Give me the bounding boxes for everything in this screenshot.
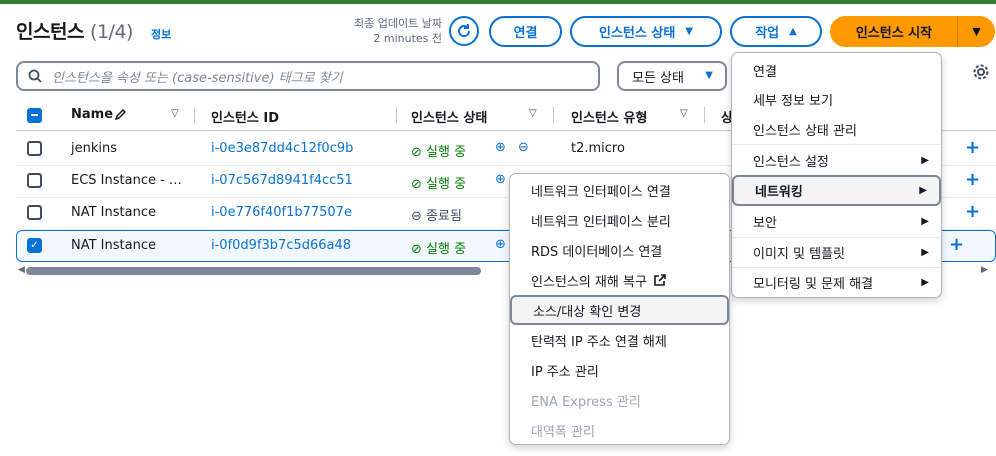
instance-name: ECS Instance - … [71, 173, 182, 188]
caret-right-icon: ▶ [921, 215, 929, 227]
instance-id-link[interactable]: i-07c567d8941f4cc51 [211, 173, 353, 188]
zoom-in-icon[interactable]: ⊕ [495, 172, 506, 187]
menu-item-connect[interactable]: 연결 [732, 55, 941, 85]
zoom-in-icon[interactable]: ⊕ [495, 237, 506, 252]
add-icon[interactable]: + [949, 234, 964, 255]
stopped-icon: ⊖ [411, 209, 422, 224]
menu-item-change-source-dest-check[interactable]: 소스/대상 확인 변경 [510, 295, 729, 325]
caret-right-icon: ▶ [921, 246, 929, 258]
menu-item-disassociate-elastic-ip[interactable]: 탄력적 IP 주소 연결 해제 [510, 325, 729, 355]
instance-id-link[interactable]: i-0e776f40f1b77507e [211, 205, 352, 220]
instance-type: t2.micro [571, 141, 625, 156]
caret-up-icon: ▲ [789, 26, 797, 37]
external-link-icon [654, 273, 666, 286]
caret-right-icon: ▶ [921, 276, 929, 288]
instance-name: NAT Instance [71, 205, 156, 220]
last-update-label: 최종 업데이트 날짜 [354, 17, 442, 30]
refresh-button[interactable] [449, 16, 479, 46]
top-status-bar [0, 0, 996, 4]
instance-id-link[interactable]: i-0e3e87dd4c12f0c9b [211, 141, 353, 156]
edit-icon[interactable] [114, 108, 127, 121]
last-update-value: 2 minutes 전 [373, 32, 442, 45]
column-divider [194, 107, 195, 123]
menu-item-instance-settings[interactable]: 인스턴스 설정 ▶ [732, 145, 941, 175]
scroll-right-icon[interactable]: ▶ [981, 265, 988, 275]
select-all-checkbox[interactable] [27, 108, 42, 123]
row-checkbox[interactable] [27, 173, 42, 188]
sort-icon[interactable]: ▽ [529, 108, 537, 119]
info-link[interactable]: 정보 [151, 26, 171, 42]
row-checkbox[interactable] [27, 205, 42, 220]
scroll-left-icon[interactable]: ◀ [18, 265, 25, 275]
connect-button[interactable]: 연결 [489, 16, 562, 47]
actions-button[interactable]: 작업 ▲ [730, 16, 822, 47]
caret-right-icon: ▶ [919, 185, 927, 196]
sort-icon[interactable]: ▽ [171, 108, 179, 119]
menu-item-image-templates[interactable]: 이미지 및 템플릿 ▶ [732, 237, 941, 267]
menu-item-networking[interactable]: 네트워킹 ▶ [732, 175, 941, 206]
page-title: 인스턴스 (1/4) [16, 21, 133, 43]
running-icon: ⊘ [411, 145, 422, 160]
menu-item-manage-ip[interactable]: IP 주소 관리 [510, 355, 729, 385]
caret-down-icon: ▼ [705, 70, 713, 81]
search-icon [28, 69, 42, 83]
menu-item-connect-rds[interactable]: RDS 데이터베이스 연결 [510, 235, 729, 265]
state-filter-select[interactable]: 모든 상태 ▼ [617, 61, 727, 91]
instance-state-button[interactable]: 인스턴스 상태 ▼ [570, 16, 722, 47]
column-divider [396, 107, 397, 123]
launch-instance-button[interactable]: 인스턴스 시작 [830, 16, 958, 47]
last-update: 최종 업데이트 날짜 2 minutes 전 [320, 16, 442, 46]
menu-item-disaster-recovery[interactable]: 인스턴스의 재해 복구 [510, 265, 729, 295]
instance-state: ⊘ 실행 중 [411, 242, 467, 257]
menu-item-bandwidth: 대역폭 관리 [531, 424, 595, 440]
menu-item-detach-network-interface[interactable]: 네트워크 인터페이스 분리 [510, 205, 729, 235]
column-divider [704, 107, 705, 123]
instance-state: ⊘ 실행 중 [411, 145, 467, 160]
horizontal-scrollbar[interactable] [26, 267, 481, 275]
column-instance-id[interactable]: 인스턴스 ID [211, 107, 279, 126]
instance-name: jenkins [71, 141, 118, 156]
instance-state: ⊘ 실행 중 [411, 177, 467, 192]
menu-item-security[interactable]: 보안 ▶ [732, 206, 941, 236]
search-placeholder: 인스턴스을 속성 또는 (case-sensitive) 태그로 찾기 [52, 70, 343, 86]
networking-submenu: 네트워크 인터페이스 연결 네트워크 인터페이스 분리 RDS 데이터베이스 연… [509, 173, 730, 445]
add-icon[interactable]: + [965, 201, 980, 222]
zoom-out-icon[interactable]: ⊖ [518, 140, 529, 155]
column-instance-state[interactable]: 인스턴스 상태 [411, 107, 487, 126]
row-checkbox[interactable]: ✓ [27, 238, 42, 253]
add-icon[interactable]: + [965, 169, 980, 190]
menu-item-monitoring[interactable]: 모니터링 및 문제 해결 ▶ [732, 267, 941, 297]
caret-right-icon: ▶ [921, 154, 929, 166]
column-name[interactable]: Name [71, 107, 113, 122]
zoom-in-icon[interactable]: ⊕ [495, 140, 506, 155]
launch-options-button[interactable]: ▼ [957, 16, 995, 47]
instance-state: ⊖ 종료됨 [411, 209, 462, 224]
row-checkbox[interactable] [27, 141, 42, 156]
menu-item-attach-network-interface[interactable]: 네트워크 인터페이스 연결 [510, 175, 729, 205]
search-input[interactable]: 인스턴스을 속성 또는 (case-sensitive) 태그로 찾기 [16, 61, 600, 91]
caret-down-icon: ▼ [972, 25, 981, 38]
column-instance-type[interactable]: 인스턴스 유형 [571, 107, 647, 126]
running-icon: ⊘ [411, 242, 422, 257]
instance-id-link[interactable]: i-0f0d9f3b7c5d66a48 [211, 238, 351, 253]
selection-count: (1/4) [90, 21, 133, 43]
menu-item-manage-instance-state[interactable]: 인스턴스 상태 관리 [732, 114, 941, 144]
instance-name: NAT Instance [71, 238, 156, 253]
add-icon[interactable]: + [965, 137, 980, 158]
gear-icon[interactable] [972, 63, 990, 81]
menu-item-view-details[interactable]: 세부 정보 보기 [732, 84, 941, 114]
refresh-icon [458, 24, 471, 38]
column-divider [553, 107, 554, 123]
menu-item-ena-express: ENA Express 관리 [531, 394, 641, 410]
caret-down-icon: ▼ [685, 26, 693, 37]
check-icon: ✓ [30, 240, 39, 251]
actions-menu: 연결 세부 정보 보기 인스턴스 상태 관리 인스턴스 설정 ▶ 네트워킹 ▶ 보안… [731, 52, 942, 298]
running-icon: ⊘ [411, 177, 422, 192]
sort-icon[interactable]: ▽ [680, 108, 688, 119]
